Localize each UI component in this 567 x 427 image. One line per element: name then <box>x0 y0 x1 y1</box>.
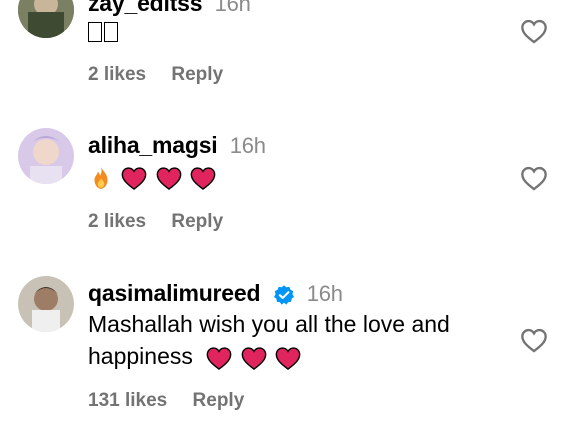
avatar[interactable] <box>18 276 74 332</box>
red-heart-emoji <box>190 167 216 190</box>
avatar[interactable] <box>18 128 74 184</box>
avatar[interactable] <box>18 0 74 38</box>
likes-count[interactable]: 2 likes <box>88 211 146 232</box>
like-heart-icon[interactable] <box>520 327 548 353</box>
like-heart-icon[interactable] <box>520 18 548 44</box>
fire-emoji <box>94 167 108 189</box>
comment-text <box>88 14 488 46</box>
comment-username[interactable]: aliha_magsi 16h <box>88 132 266 159</box>
comment-text: Mashallah wish you all the love and happ… <box>88 308 488 372</box>
red-heart-emoji <box>156 167 182 190</box>
comment-username[interactable]: qasimalimureed 16h <box>88 280 343 307</box>
red-heart-emoji <box>122 167 147 190</box>
red-heart-emoji <box>275 347 301 370</box>
verified-badge-icon <box>273 285 294 305</box>
reply-button[interactable]: Reply <box>171 211 223 232</box>
box-glyph <box>88 21 102 42</box>
red-heart-emoji <box>241 347 267 370</box>
comment-meta: 131 likes Reply <box>88 390 244 412</box>
comment-text <box>88 160 488 192</box>
comment-timestamp: 16h <box>306 281 343 306</box>
comment-meta: 2 likes Reply <box>88 64 223 86</box>
likes-count[interactable]: 2 likes <box>88 64 146 85</box>
reply-button[interactable]: Reply <box>193 390 245 411</box>
comment-text-line: happiness <box>88 340 488 372</box>
like-heart-icon[interactable] <box>520 165 548 191</box>
likes-count[interactable]: 131 likes <box>88 390 167 411</box>
comment-text-line: Mashallah wish you all the love and <box>88 311 450 337</box>
box-glyph <box>104 21 118 42</box>
red-heart-emoji <box>206 347 232 370</box>
comment-meta: 2 likes Reply <box>88 211 223 233</box>
reply-button[interactable]: Reply <box>171 64 223 85</box>
comment-timestamp: 16h <box>229 133 266 158</box>
